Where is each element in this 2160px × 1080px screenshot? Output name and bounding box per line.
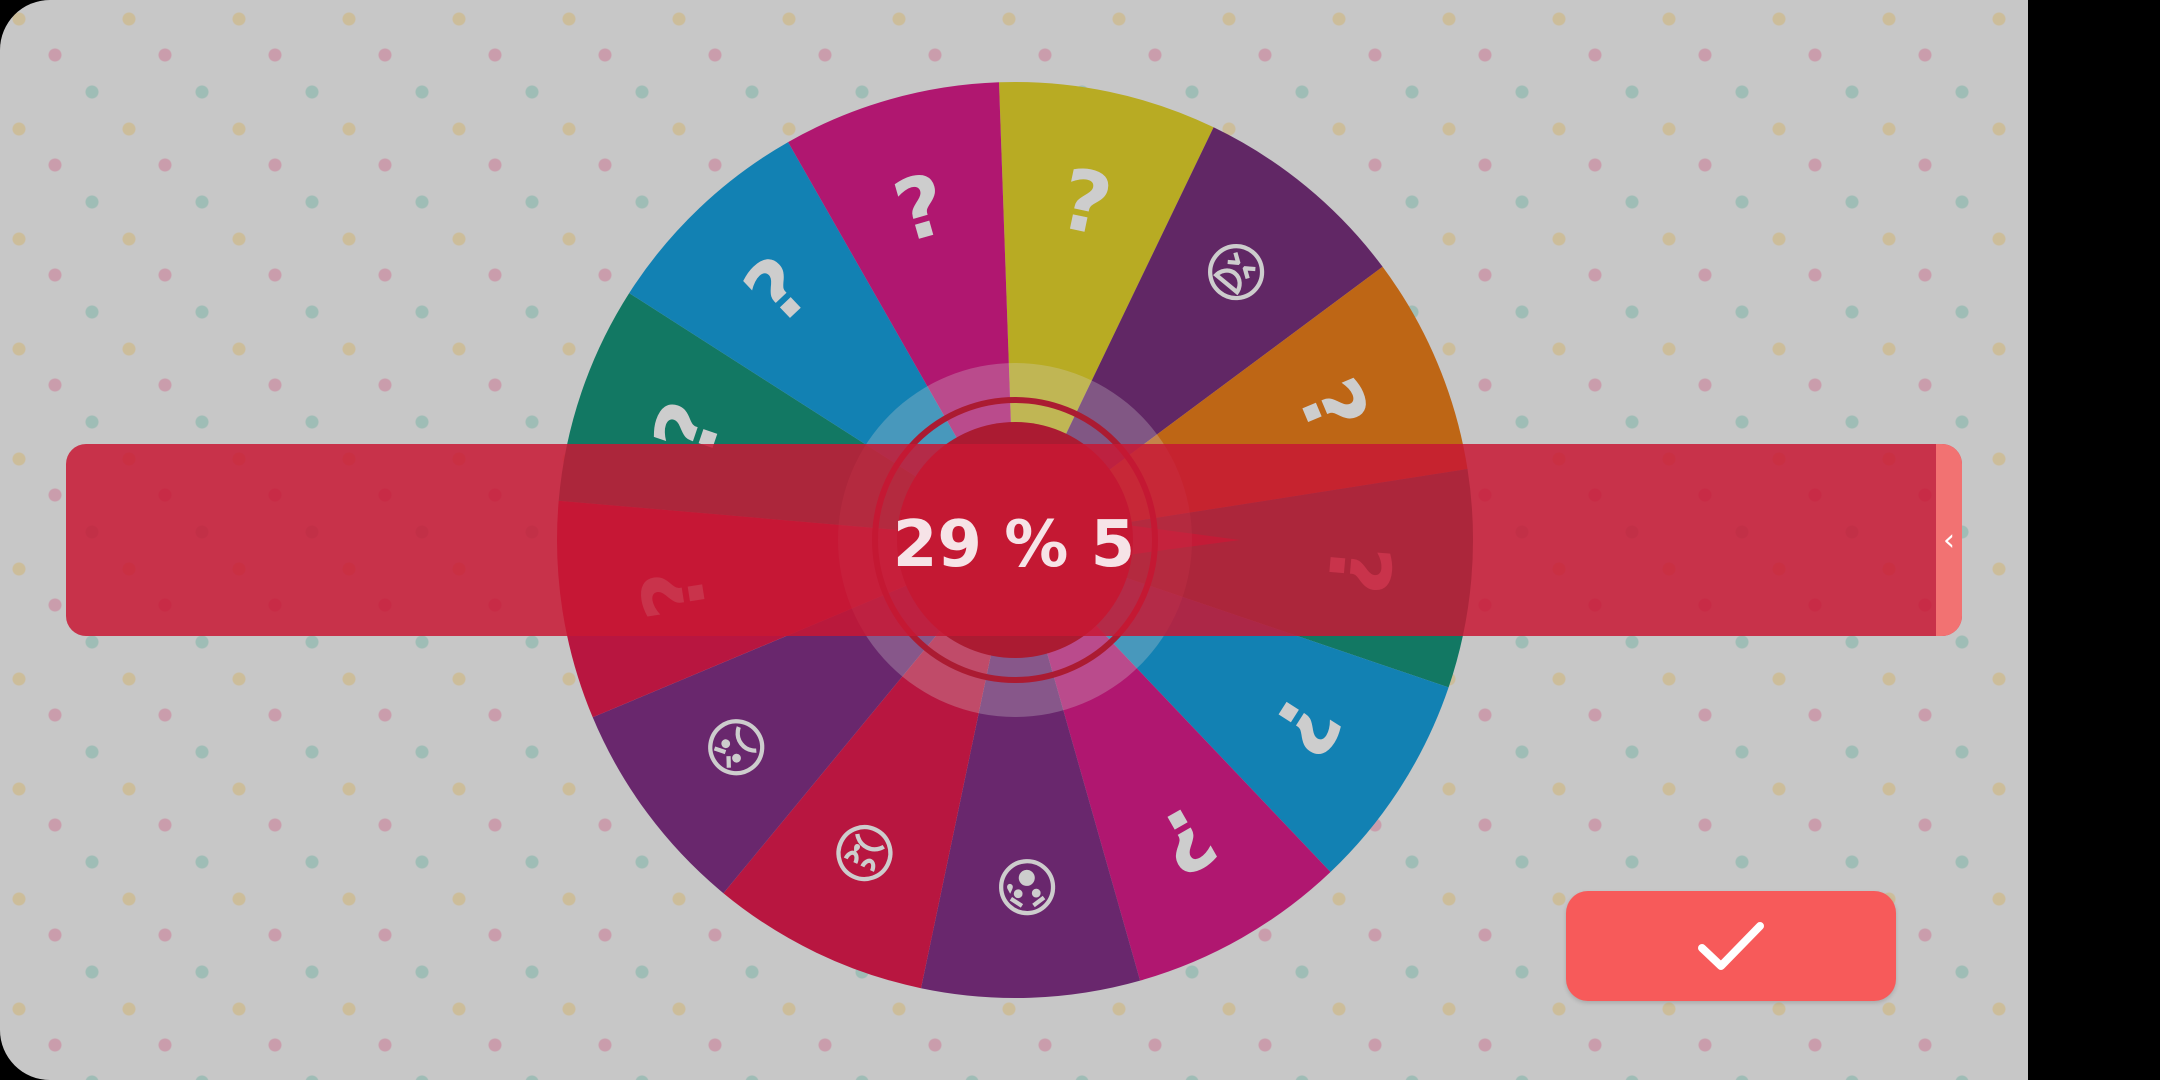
banner-collapse-tab[interactable]: ‹ (1936, 444, 1962, 636)
emoji-face-icon: 😰 (992, 847, 1061, 923)
game-screen: ?😫????😰😢😠???? ‹ 29 % 5 (0, 0, 2028, 1080)
checkmark-icon (1698, 922, 1764, 970)
hub-expression: 29 % 5 (892, 508, 1136, 582)
device-bezel (2028, 0, 2160, 1080)
chevron-left-icon: ‹ (1943, 522, 1955, 558)
confirm-button[interactable] (1566, 891, 1896, 1001)
